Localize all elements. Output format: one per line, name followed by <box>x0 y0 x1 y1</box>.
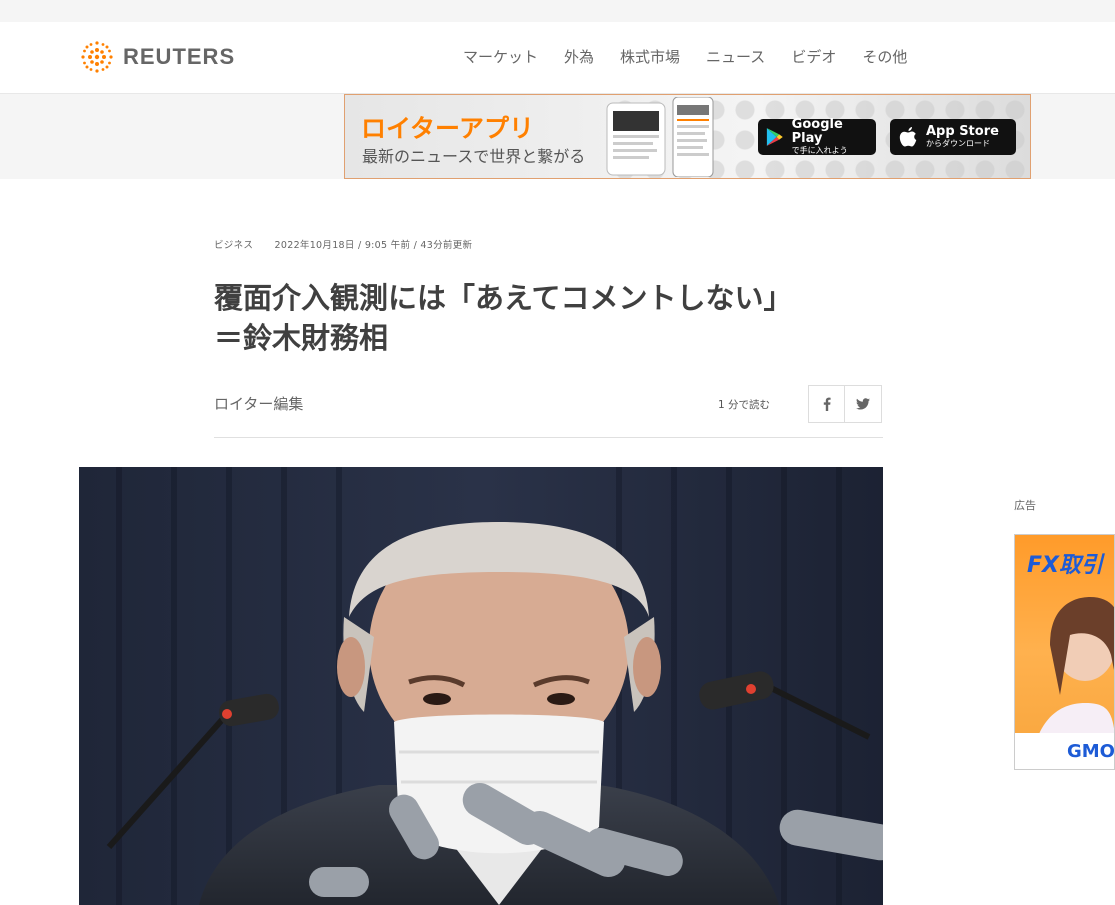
main-nav: マーケット 外為 株式市場 ニュース ビデオ その他 <box>463 46 933 68</box>
app-banner[interactable]: ロイターアプリ 最新のニュースで世界と繋がる Google Play で手に入れ… <box>344 94 1031 179</box>
ad-brand: GMO <box>1067 741 1115 762</box>
twitter-share-button[interactable] <box>845 385 882 423</box>
reuters-logo-icon <box>81 41 113 73</box>
google-play-sublabel: で手に入れよう <box>791 146 848 155</box>
article-meta: ビジネス 2022年10月18日 / 9:05 午前 / 43分前更新 <box>214 237 472 251</box>
facebook-icon <box>823 397 831 411</box>
app-banner-subtitle: 最新のニュースで世界と繋がる <box>362 147 586 166</box>
twitter-icon <box>856 398 870 410</box>
app-store-sublabel: からダウンロード <box>926 139 990 148</box>
headline-line-1: 覆面介入観測には「あえてコメントしない」 <box>214 281 793 315</box>
read-time: 1 分で読む <box>718 399 771 411</box>
nav-item-stock-market[interactable]: 株式市場 <box>620 46 680 68</box>
site-header: REUTERS マーケット 外為 株式市場 ニュース ビデオ その他 <box>0 22 1115 94</box>
article-byline: ロイター編集 <box>214 395 304 413</box>
share-buttons <box>808 385 882 423</box>
headline-line-2: ＝鈴木財務相 <box>214 321 389 355</box>
nav-item-market[interactable]: マーケット <box>463 46 538 68</box>
nav-item-forex[interactable]: 外為 <box>564 46 594 68</box>
phones-illustration <box>606 97 714 177</box>
apple-icon <box>899 127 917 147</box>
nav-item-news[interactable]: ニュース <box>706 46 765 68</box>
article-photo[interactable] <box>79 467 883 905</box>
app-store-label: App Store <box>926 124 999 139</box>
reuters-logo[interactable]: REUTERS <box>79 39 235 75</box>
google-play-icon <box>766 128 783 146</box>
article-headline: 覆面介入観測には「あえてコメントしない」 ＝鈴木財務相 <box>214 278 894 358</box>
brand-name: REUTERS <box>123 44 236 69</box>
top-strip <box>0 0 1115 22</box>
article-category[interactable]: ビジネス <box>214 240 253 251</box>
byline-divider <box>214 437 883 438</box>
nav-item-video[interactable]: ビデオ <box>791 46 836 68</box>
ad-footer: GMO <box>1015 733 1115 769</box>
google-play-label: Google Play <box>791 117 843 146</box>
facebook-share-button[interactable] <box>808 385 845 423</box>
google-play-button[interactable]: Google Play で手に入れよう <box>758 117 876 155</box>
sidebar-ad[interactable]: FX取引 GMO <box>1014 534 1115 770</box>
article-date: 2022年10月18日 / 9:05 午前 / 43分前更新 <box>274 240 473 251</box>
nav-item-more[interactable]: その他 <box>862 46 907 68</box>
press-conference-image <box>79 467 883 905</box>
app-store-button[interactable]: App Store からダウンロード <box>890 119 1016 155</box>
ad-label: 広告 <box>1014 499 1036 512</box>
app-banner-title: ロイターアプリ <box>361 114 535 143</box>
